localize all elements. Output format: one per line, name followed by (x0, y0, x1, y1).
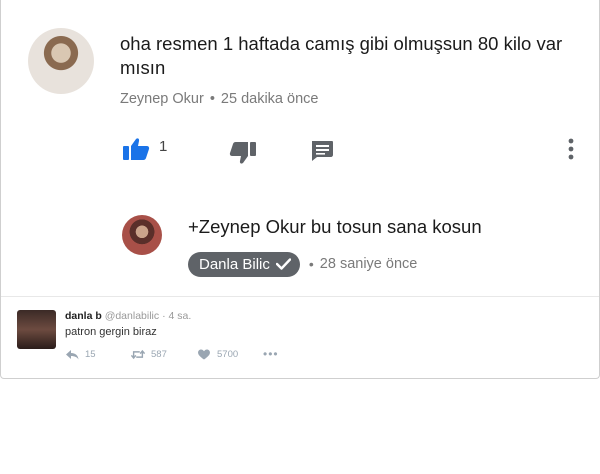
reply-arrow-icon (66, 349, 79, 359)
divider (1, 296, 599, 297)
comment-author[interactable]: Zeynep Okur (120, 91, 204, 107)
meta-separator: • (209, 91, 215, 107)
reply-time: 28 saniye önce (319, 256, 418, 272)
comment-text: oha resmen 1 haftada camış gibi olmuşsun… (120, 33, 563, 78)
author-chip[interactable]: Danla Bilic (188, 251, 300, 277)
more-vert-icon[interactable] (566, 137, 576, 161)
reply-meta: Danla Bilic • 28 saniye önce (188, 251, 417, 277)
tweet-reply-count: 15 (85, 348, 96, 360)
thumbs-up-icon[interactable] (122, 137, 150, 161)
comment-actions: 1 (1, 137, 599, 165)
heart-icon (198, 348, 210, 360)
tweet-time[interactable]: 4 sa. (168, 310, 191, 322)
screenshot-frame: oha resmen 1 haftada camış gibi olmuşsun… (0, 0, 600, 379)
tweet-more-icon[interactable]: ••• (263, 347, 279, 361)
check-icon (275, 258, 291, 270)
tweet-header: danla b @danlabilic · 4 sa. (65, 310, 191, 322)
reply-author: Danla Bilic (199, 255, 270, 273)
reply-icon[interactable] (310, 140, 334, 162)
thumbs-down-icon[interactable] (229, 141, 257, 165)
tweet-actions: 15 587 5700 ••• (65, 347, 279, 361)
tweet-name[interactable]: danla b (65, 310, 102, 322)
reply-avatar[interactable] (122, 215, 162, 255)
meta-separator: • (308, 256, 314, 272)
reply-text: +Zeynep Okur bu tosun sana kosun (188, 216, 482, 237)
tweet-retweet-action[interactable]: 587 (131, 349, 197, 360)
tweet-like-count: 5700 (217, 348, 239, 360)
tweet-handle[interactable]: @danlabilic (105, 310, 159, 322)
comment-meta: Zeynep Okur • 25 dakika önce (120, 91, 318, 107)
tweet-retweet-count: 587 (151, 348, 167, 360)
like-count: 1 (159, 138, 168, 155)
avatar[interactable] (28, 28, 94, 94)
tweet-avatar[interactable] (17, 310, 56, 349)
retweet-icon (131, 349, 145, 359)
tweet-separator: · (162, 310, 166, 322)
comment-time: 25 dakika önce (220, 91, 319, 107)
tweet-text: patron gergin biraz (65, 326, 157, 338)
tweet-reply-action[interactable]: 15 (65, 349, 131, 360)
tweet-like-action[interactable]: 5700 (197, 349, 263, 360)
